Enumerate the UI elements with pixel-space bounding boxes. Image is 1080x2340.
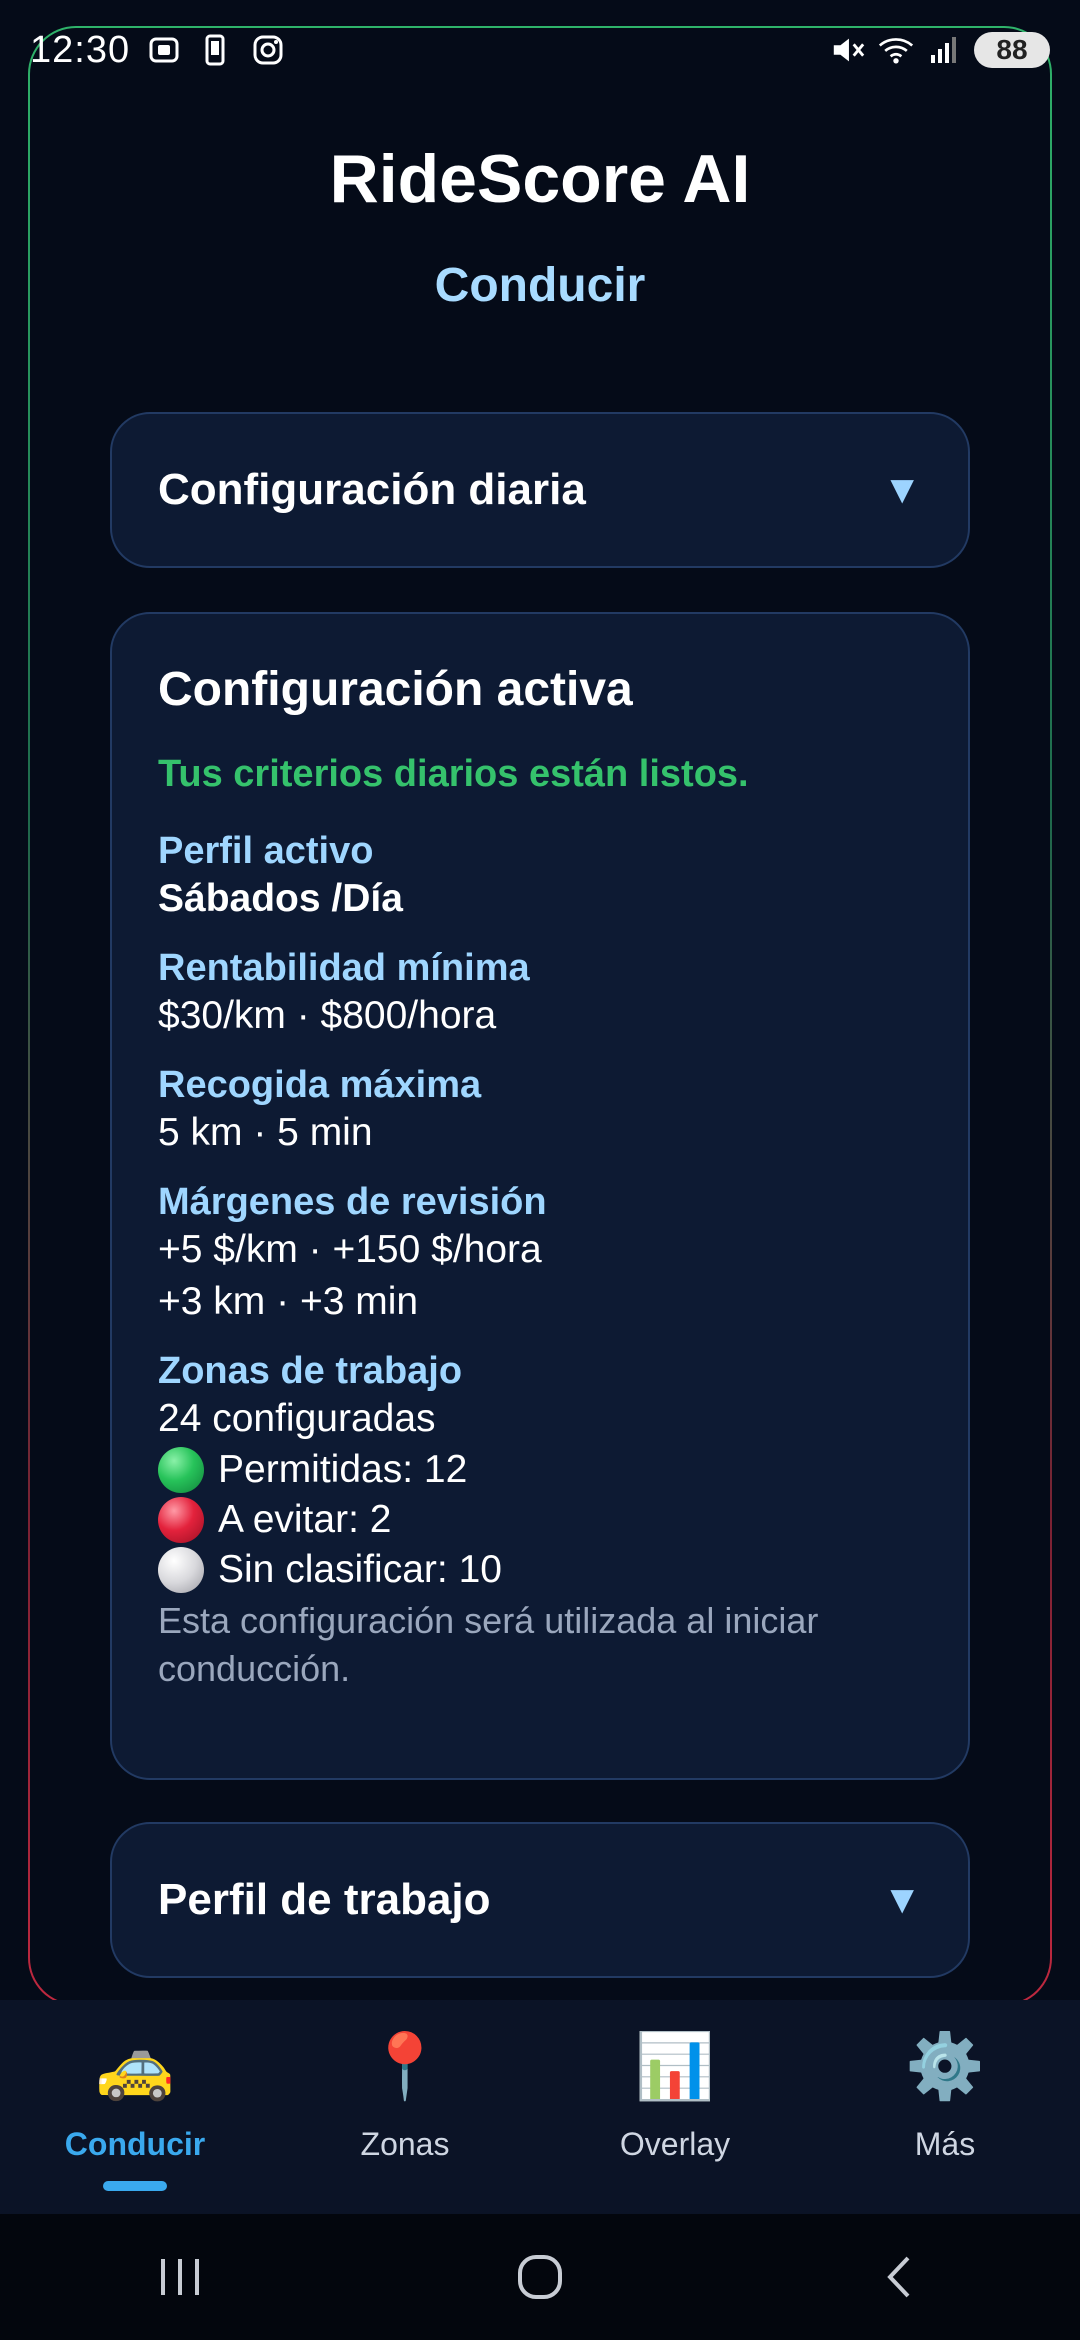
system-nav-bar (0, 2214, 1080, 2340)
margins-value-2: +3 km · +3 min (158, 1280, 419, 1323)
mute-icon (830, 32, 866, 68)
recent-apps-icon (161, 2259, 199, 2295)
config-note: Esta configuración será utilizada al ini… (158, 1600, 819, 1689)
active-tab-indicator (103, 2181, 167, 2191)
home-icon (518, 2255, 562, 2299)
status-right: 88 (830, 32, 1050, 68)
recent-apps-button[interactable] (120, 2237, 240, 2317)
zones-allowed-row: Permitidas: 12 (158, 1445, 922, 1495)
nav-label-overlay: Overlay (619, 2126, 731, 2162)
chevron-down-icon[interactable]: ▼ (882, 468, 922, 513)
battery-indicator: 88 (974, 32, 1050, 68)
work-profile-title: Perfil de trabajo (158, 1875, 491, 1924)
green-circle-icon (158, 1447, 204, 1493)
margins-value-1: +5 $/km · +150 $/hora (158, 1228, 542, 1271)
nav-label-conducir: Conducir (64, 2126, 206, 2162)
instagram-icon (250, 32, 286, 68)
white-circle-icon (158, 1547, 204, 1593)
screenshot-icon (146, 32, 182, 68)
profile-group: Perfil activo Sábados /Día (158, 830, 922, 925)
zones-allowed: Permitidas: 12 (218, 1448, 468, 1491)
zones-unclassified: Sin clasificar: 10 (218, 1548, 502, 1591)
back-icon (887, 2256, 910, 2298)
pickup-group: Recogida máxima 5 km · 5 min (158, 1064, 922, 1159)
nav-label-zonas: Zonas (360, 2126, 450, 2162)
zones-label: Zonas de trabajo (158, 1350, 463, 1392)
zones-unclassified-row: Sin clasificar: 10 (158, 1545, 922, 1595)
status-left: 12:30 (30, 29, 286, 72)
pickup-label: Recogida máxima (158, 1064, 482, 1106)
nav-item-conducir[interactable]: 🚕 Conducir (15, 2000, 255, 2191)
zones-group: Zonas de trabajo 24 configuradas Permiti… (158, 1350, 922, 1693)
device-icon (198, 32, 234, 68)
daily-config-title: Configuración diaria (158, 465, 586, 514)
nav-label-mas: Más (914, 2126, 976, 2162)
zones-avoid-row: A evitar: 2 (158, 1495, 922, 1545)
home-button[interactable] (480, 2237, 600, 2317)
signal-icon (926, 32, 962, 68)
ready-message: Tus criterios diarios están listos. (158, 753, 749, 795)
zones-count: 24 configuradas (158, 1397, 436, 1440)
screen-subtitle: Conducir (434, 259, 646, 312)
bottom-nav: 🚕 Conducir 📍 Zonas 📊 Overlay ⚙️ Más (0, 2000, 1080, 2214)
pin-icon: 📍 (365, 2030, 445, 2102)
margins-label: Márgenes de revisión (158, 1181, 547, 1223)
back-button[interactable] (840, 2237, 960, 2317)
bar-chart-icon: 📊 (635, 2030, 715, 2102)
nav-item-overlay[interactable]: 📊 Overlay (555, 2000, 795, 2163)
red-circle-icon (158, 1497, 204, 1543)
active-config-title: Configuración activa (158, 663, 633, 716)
profile-label: Perfil activo (158, 830, 374, 872)
nav-item-mas[interactable]: ⚙️ Más (825, 2000, 1065, 2163)
daily-config-card[interactable]: Configuración diaria ▼ (110, 412, 970, 568)
pickup-value: 5 km · 5 min (158, 1111, 373, 1154)
app-title: RideScore AI (329, 141, 751, 217)
profitability-value: $30/km · $800/hora (158, 994, 497, 1037)
profitability-group: Rentabilidad mínima $30/km · $800/hora (158, 947, 922, 1042)
wifi-icon (878, 32, 914, 68)
margins-group: Márgenes de revisión +5 $/km · +150 $/ho… (158, 1181, 922, 1328)
work-profile-card[interactable]: Perfil de trabajo ▼ (110, 1822, 970, 1978)
gear-icon: ⚙️ (905, 2030, 985, 2102)
status-bar: 12:30 88 (0, 0, 1080, 100)
active-config-card: Configuración activa Tus criterios diari… (110, 612, 970, 1780)
nav-item-zonas[interactable]: 📍 Zonas (285, 2000, 525, 2163)
profile-value: Sábados /Día (158, 877, 403, 920)
profitability-label: Rentabilidad mínima (158, 947, 530, 989)
taxi-icon: 🚕 (95, 2030, 175, 2102)
status-time: 12:30 (30, 28, 131, 71)
chevron-down-icon[interactable]: ▼ (882, 1878, 922, 1923)
zones-avoid: A evitar: 2 (218, 1498, 392, 1541)
